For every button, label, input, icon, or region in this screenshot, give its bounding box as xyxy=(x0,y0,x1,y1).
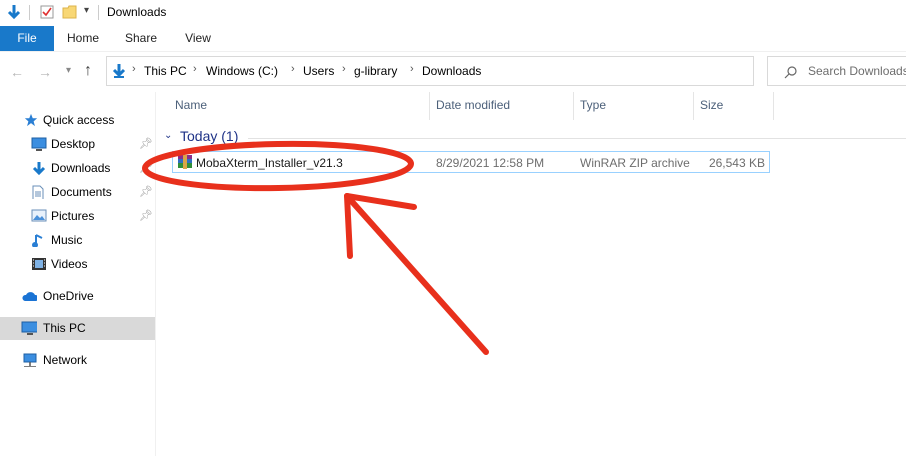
down-arrow-icon[interactable] xyxy=(6,4,22,20)
search-icon xyxy=(784,66,797,79)
breadcrumb-separator[interactable]: › xyxy=(193,63,197,75)
column-header-type[interactable]: Type xyxy=(580,98,606,118)
search-placeholder: Search Downloads xyxy=(808,64,906,78)
group-divider xyxy=(248,138,906,139)
column-separator[interactable] xyxy=(693,92,694,120)
file-row[interactable]: MobaXterm_Installer_v21.3 8/29/2021 12:5… xyxy=(172,151,770,173)
file-date-modified: 8/29/2021 12:58 PM xyxy=(436,156,545,170)
breadcrumb-separator[interactable]: › xyxy=(410,63,414,75)
documents-icon xyxy=(32,185,44,199)
ribbon-tabs: File Home Share View xyxy=(0,26,906,52)
sidebar-item-quick-access[interactable]: Quick access xyxy=(0,109,155,132)
separator xyxy=(29,5,30,20)
properties-icon[interactable] xyxy=(39,4,55,20)
sidebar-item-label: OneDrive xyxy=(43,289,94,303)
breadcrumb-downloads[interactable]: Downloads xyxy=(422,64,481,78)
pictures-icon xyxy=(31,209,47,222)
address-bar[interactable]: › This PC › Windows (C:) › Users › g-lib… xyxy=(106,56,852,86)
breadcrumb-this-pc[interactable]: This PC xyxy=(144,64,187,78)
sidebar-item-label: Pictures xyxy=(51,209,95,223)
sidebar-item-label: Music xyxy=(51,233,83,247)
title-bar: ▾ Downloads xyxy=(0,0,906,26)
sidebar-item-downloads[interactable]: Downloads 📌︎ xyxy=(0,157,155,180)
recent-locations-icon[interactable]: ▾ xyxy=(66,65,71,76)
pin-icon[interactable]: 📌︎ xyxy=(139,181,153,204)
window-title: Downloads xyxy=(107,5,167,19)
sidebar-item-label: Desktop xyxy=(51,137,96,151)
cloud-icon xyxy=(22,292,37,301)
sidebar-item-pictures[interactable]: Pictures 📌︎ xyxy=(0,205,155,228)
customize-toolbar-icon[interactable]: ▾ xyxy=(84,5,89,16)
videos-icon xyxy=(32,258,46,270)
sidebar-item-videos[interactable]: Videos xyxy=(0,253,155,276)
annotation-arrow-shaft xyxy=(344,193,489,355)
sidebar-item-label: Videos xyxy=(51,257,88,271)
file-type: WinRAR ZIP archive xyxy=(580,156,690,170)
star-icon xyxy=(24,113,38,127)
search-box[interactable]: Search Downloads xyxy=(767,56,906,86)
new-folder-icon[interactable] xyxy=(62,4,78,20)
tab-view[interactable]: View xyxy=(175,26,221,51)
up-arrow-icon[interactable]: ↑ xyxy=(84,62,92,80)
downloads-location-icon xyxy=(112,64,126,78)
column-separator[interactable] xyxy=(573,92,574,120)
pin-icon[interactable]: 📌︎ xyxy=(139,157,153,180)
breadcrumb-g-library[interactable]: g-library xyxy=(354,64,397,78)
sidebar-item-onedrive[interactable]: OneDrive xyxy=(0,285,155,308)
winrar-archive-icon xyxy=(178,155,192,169)
sidebar-item-documents[interactable]: Documents 📌︎ xyxy=(0,181,155,204)
pin-icon[interactable]: 📌︎ xyxy=(139,205,153,228)
annotation-arrow-head-right xyxy=(344,193,417,210)
column-separator[interactable] xyxy=(429,92,430,120)
collapse-group-icon[interactable]: ⌄ xyxy=(164,130,172,141)
column-separator[interactable] xyxy=(773,92,774,120)
pin-icon[interactable]: 📌︎ xyxy=(139,133,153,156)
back-arrow-icon[interactable]: ← xyxy=(10,64,24,80)
breadcrumb-separator[interactable]: › xyxy=(342,63,346,75)
network-icon xyxy=(23,353,37,367)
tab-file[interactable]: File xyxy=(0,26,54,51)
column-header-date-modified[interactable]: Date modified xyxy=(436,98,510,118)
sidebar-item-label: Documents xyxy=(51,185,112,199)
sidebar-item-music[interactable]: Music xyxy=(0,229,155,252)
sidebar-item-this-pc[interactable]: This PC xyxy=(0,317,155,340)
pane-divider[interactable] xyxy=(155,92,156,456)
sidebar-item-label: Downloads xyxy=(51,161,111,175)
annotation-arrow-head-left xyxy=(344,193,353,259)
sidebar-item-network[interactable]: Network xyxy=(0,349,155,372)
breadcrumb-windows-c[interactable]: Windows (C:) xyxy=(206,64,278,78)
tab-share[interactable]: Share xyxy=(118,26,164,51)
desktop-icon xyxy=(31,137,47,151)
separator xyxy=(98,5,99,20)
sidebar-item-desktop[interactable]: Desktop 📌︎ xyxy=(0,133,155,156)
breadcrumb-separator[interactable]: › xyxy=(132,63,136,75)
file-size: 26,543 KB xyxy=(708,156,765,170)
column-header-size[interactable]: Size xyxy=(700,98,723,118)
forward-arrow-icon[interactable]: → xyxy=(38,64,52,80)
tab-home[interactable]: Home xyxy=(60,26,106,51)
column-header-name[interactable]: Name xyxy=(175,98,207,118)
navigation-pane: Quick access Desktop 📌︎ Downloads 📌︎ Doc… xyxy=(0,92,155,456)
sidebar-item-label: This PC xyxy=(43,321,86,335)
music-icon xyxy=(32,234,43,247)
sidebar-item-label: Quick access xyxy=(43,113,115,127)
sidebar-item-label: Network xyxy=(43,353,88,367)
group-header-today[interactable]: Today (1) xyxy=(180,128,238,144)
breadcrumb-separator[interactable]: › xyxy=(291,63,295,75)
file-name[interactable]: MobaXterm_Installer_v21.3 xyxy=(196,156,343,170)
computer-icon xyxy=(21,321,37,335)
breadcrumb-users[interactable]: Users xyxy=(303,64,334,78)
downloads-icon xyxy=(32,162,46,175)
